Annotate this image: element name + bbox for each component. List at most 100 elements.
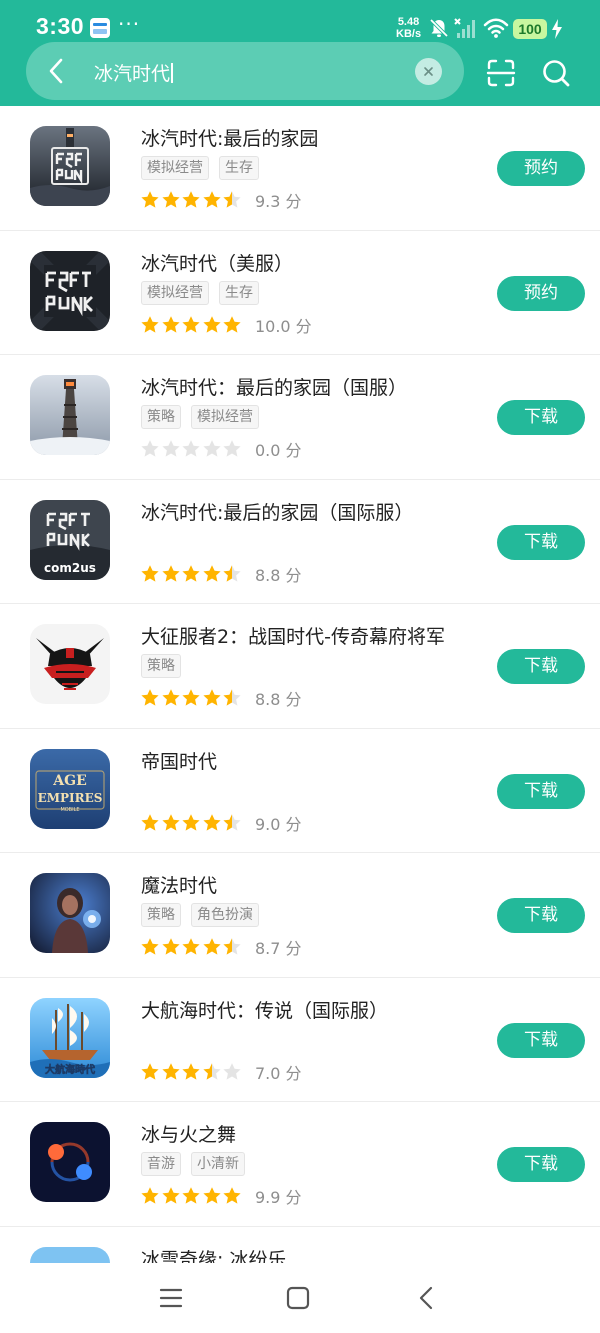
star-filled-icon <box>203 564 221 582</box>
download-button[interactable]: 下载 <box>497 1022 585 1058</box>
rating: 7.0 分 <box>140 1061 302 1083</box>
search-input[interactable]: 冰汽时代 <box>94 59 173 86</box>
more-notifications-icon: ··· <box>118 12 141 36</box>
download-button[interactable]: 下载 <box>497 524 585 560</box>
star-filled-icon <box>182 564 200 582</box>
search-bar: 冰汽时代 <box>26 42 464 100</box>
tag: 生存 <box>219 280 259 305</box>
star-filled-icon <box>141 564 159 582</box>
tag-list: 模拟经营 生存 <box>141 280 269 307</box>
star-filled-icon <box>161 315 180 333</box>
tag: 音游 <box>141 1152 181 1176</box>
samurai-app-icon <box>30 624 110 704</box>
star-half-icon <box>203 1062 221 1080</box>
reserve-button[interactable]: 预约 <box>497 151 585 186</box>
rating-score: 9.9 分 <box>254 1188 302 1207</box>
reserve-button[interactable]: 预约 <box>497 275 585 311</box>
frozen-app-icon <box>30 1246 110 1263</box>
tag: 策略 <box>141 903 181 927</box>
header: 3:30 ··· 5.48 KB/s 100 冰汽时代 <box>0 0 600 106</box>
tag: 策略 <box>141 405 181 429</box>
rating: 8.7 分 <box>140 936 302 958</box>
star-empty-icon <box>161 440 180 457</box>
signal-icon <box>454 18 475 38</box>
star-filled-icon <box>182 1187 200 1204</box>
list-item[interactable]: 大航海時代 大航海时代：传说（国际服） 7.0 分 下载 <box>0 978 600 1102</box>
app-title: 大征服者2：战国时代-传奇幕府将军 <box>141 626 445 648</box>
star-filled-icon <box>141 1062 159 1080</box>
text-caret <box>171 63 173 83</box>
rating: 9.3 分 <box>140 189 302 211</box>
star-filled-icon <box>141 689 159 706</box>
download-button[interactable]: 下载 <box>497 649 585 684</box>
star-rating <box>140 937 243 957</box>
star-filled-icon <box>223 315 241 333</box>
tag: 小清新 <box>191 1152 245 1176</box>
star-filled-icon <box>203 191 221 208</box>
tag: 模拟经营 <box>141 156 209 180</box>
star-empty-icon <box>223 440 241 457</box>
list-item[interactable]: 冰雪奇缘: 冰纷乐 <box>0 1227 600 1263</box>
uncharted-waters-app-icon: 大航海時代 <box>30 997 110 1078</box>
svg-text:com2us: com2us <box>44 561 96 575</box>
network-speed: 5.48 KB/s <box>396 16 421 40</box>
clock: 3:30 <box>36 13 85 39</box>
svg-text:大航海時代: 大航海時代 <box>45 1063 95 1076</box>
star-filled-icon <box>203 813 221 831</box>
app-title: 魔法时代 <box>141 875 218 897</box>
network-speed-value: 5.48 <box>397 16 420 28</box>
star-filled-icon <box>223 1187 241 1204</box>
download-button[interactable]: 下载 <box>497 400 585 435</box>
home-icon[interactable] <box>283 1283 313 1313</box>
star-filled-icon <box>203 689 221 706</box>
rating-score: 8.8 分 <box>254 565 302 585</box>
rating-score: 0.0 分 <box>254 441 302 460</box>
star-filled-icon <box>182 191 200 208</box>
list-item[interactable]: com2us 冰汽时代:最后的家园（国际服） 8.8 分 下载 <box>0 480 600 604</box>
scan-icon[interactable] <box>486 58 516 88</box>
network-speed-unit: KB/s <box>396 28 422 40</box>
star-filled-icon <box>182 1062 200 1080</box>
star-rating <box>140 1186 243 1206</box>
tag-list: 策略 <box>141 654 191 680</box>
tag: 策略 <box>141 654 181 678</box>
app-title: 冰与火之舞 <box>141 1124 237 1146</box>
list-item[interactable]: 魔法时代 策略 角色扮演 8.7 分 下载 <box>0 853 600 978</box>
tag: 角色扮演 <box>191 903 259 927</box>
list-item[interactable]: 大征服者2：战国时代-传奇幕府将军 策略 8.8 分 下载 <box>0 604 600 729</box>
charging-icon <box>552 19 562 39</box>
rating-score: 8.7 分 <box>254 939 302 958</box>
star-filled-icon <box>161 191 180 208</box>
app-title: 冰汽时代：最后的家园（国服） <box>141 377 408 399</box>
star-filled-icon <box>203 315 221 333</box>
list-item[interactable]: 冰汽时代:最后的家园 模拟经营 生存 9.3 分 预约 <box>0 106 600 231</box>
tag-list: 策略 角色扮演 <box>141 903 269 929</box>
list-item[interactable]: 冰汽时代：最后的家园（国服） 策略 模拟经营 0.0 分 下载 <box>0 355 600 480</box>
star-half-icon <box>223 938 241 955</box>
menu-icon[interactable] <box>156 1283 186 1313</box>
download-button[interactable]: 下载 <box>497 1147 585 1182</box>
icon-text-age: AGE <box>52 773 87 789</box>
close-icon[interactable] <box>415 58 442 85</box>
download-button[interactable]: 下载 <box>497 773 585 809</box>
back-icon[interactable] <box>42 56 72 86</box>
list-item[interactable]: 冰汽时代（美服） 模拟经营 生存 10.0 分 预约 <box>0 231 600 355</box>
battery-level: 100 <box>513 19 547 39</box>
download-button[interactable]: 下载 <box>497 898 585 933</box>
list-item[interactable]: AGE EMPIRES MOBILE 帝国时代 9.0 分 下载 <box>0 729 600 853</box>
star-rating <box>140 813 243 833</box>
tag-list: 音游 小清新 <box>141 1152 255 1178</box>
search-icon[interactable] <box>541 58 571 88</box>
app-title: 帝国时代 <box>141 750 218 773</box>
star-filled-icon <box>141 315 159 333</box>
rating: 8.8 分 <box>140 687 302 709</box>
star-half-icon <box>223 191 241 208</box>
notification-app-icon <box>90 18 110 38</box>
star-rating <box>140 315 243 335</box>
back-icon[interactable] <box>412 1283 442 1313</box>
star-half-icon <box>223 564 241 582</box>
list-item[interactable]: 冰与火之舞 音游 小清新 9.9 分 下载 <box>0 1102 600 1227</box>
star-filled-icon <box>161 1062 180 1080</box>
dance-of-fire-and-ice-app-icon <box>30 1122 110 1202</box>
app-title: 大航海时代：传说（国际服） <box>141 999 389 1022</box>
